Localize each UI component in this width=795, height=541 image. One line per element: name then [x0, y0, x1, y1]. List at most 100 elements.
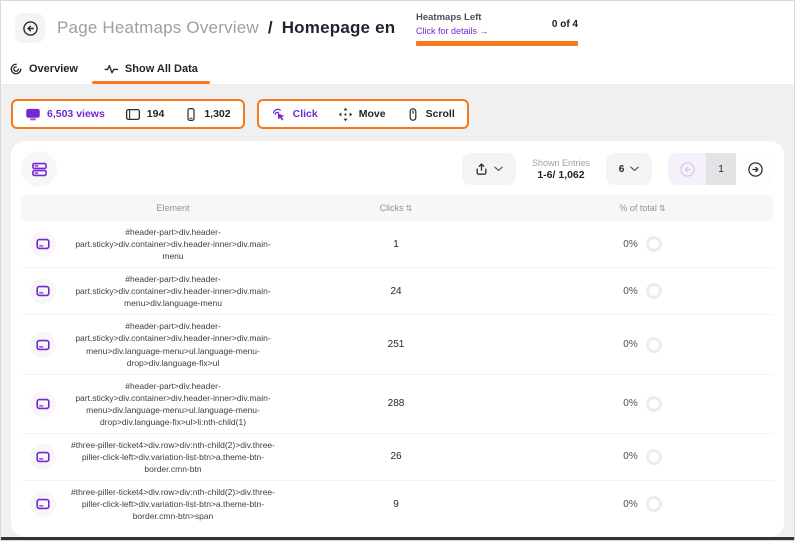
- device-filter-tablet[interactable]: 194: [125, 107, 165, 122]
- app-window: Page Heatmaps Overview / Homepage en Hea…: [0, 0, 795, 541]
- pct-ring-indicator: [646, 449, 662, 465]
- element-selector: #three-piller-ticket4>div.row>div:nth-ch…: [65, 486, 281, 522]
- breadcrumb-separator: /: [268, 18, 273, 37]
- pct-of-total-value: 0%: [623, 398, 637, 409]
- current-page[interactable]: 1: [706, 153, 736, 185]
- chevron-down-icon: [494, 166, 503, 172]
- element-selector: #header-part>div.header-part.sticky>div.…: [65, 320, 281, 368]
- desktop-views-value: 6,503 views: [47, 108, 105, 120]
- pct-ring-indicator: [646, 236, 662, 252]
- pct-ring-indicator: [646, 396, 662, 412]
- clicks-value: 251: [281, 339, 511, 350]
- page-size-value: 6: [619, 164, 625, 175]
- table-row[interactable]: #header-part>div.header-part.sticky>div.…: [21, 221, 774, 268]
- interaction-modes-box: Click Move: [257, 99, 469, 129]
- mode-filter-click[interactable]: Click: [271, 107, 318, 122]
- pct-of-total-value: 0%: [623, 286, 637, 297]
- element-selector: #header-part>div.header-part.sticky>div.…: [65, 273, 281, 309]
- quota-progress-bar: [416, 41, 578, 46]
- clicks-value: 9: [281, 499, 511, 510]
- activity-icon: [104, 62, 119, 76]
- mode-filter-scroll[interactable]: Scroll: [406, 107, 455, 122]
- pagination: 1: [668, 153, 774, 185]
- tab-bar: Overview Show All Data: [1, 55, 794, 85]
- table-row[interactable]: #header-part>div.header-part.sticky>div.…: [21, 315, 774, 374]
- table-row[interactable]: #header-part>div.header-part.sticky>div.…: [21, 268, 774, 315]
- column-header-element: Element: [65, 203, 281, 213]
- element-selector: #header-part>div.header-part.sticky>div.…: [65, 380, 281, 428]
- database-icon: [31, 161, 48, 178]
- arrow-right-circle-icon: [747, 161, 764, 178]
- clicks-value: 288: [281, 398, 511, 409]
- pct-of-total-value: 0%: [623, 239, 637, 250]
- click-icon: [271, 107, 287, 122]
- pct-ring-indicator: [646, 337, 662, 353]
- mode-move-label: Move: [359, 108, 386, 120]
- sort-icon[interactable]: ⇅: [659, 204, 666, 213]
- breadcrumb: Page Heatmaps Overview / Homepage en: [57, 18, 395, 38]
- previous-page-button[interactable]: [668, 153, 706, 185]
- element-screen-icon: [30, 444, 56, 470]
- mode-filter-move[interactable]: Move: [338, 107, 386, 122]
- tablet-views-value: 194: [147, 108, 165, 120]
- mobile-views-value: 1,302: [204, 108, 230, 120]
- window-bottom-edge: [1, 537, 794, 540]
- next-page-button[interactable]: [736, 153, 774, 185]
- column-header-pct[interactable]: % of total⇅: [511, 203, 774, 213]
- element-screen-icon: [30, 278, 56, 304]
- desktop-icon: [25, 107, 41, 122]
- table-row[interactable]: #three-piller-ticket4>div.row>div:nth-ch…: [21, 481, 774, 527]
- pct-of-total-value: 0%: [623, 499, 637, 510]
- element-screen-icon: [30, 491, 56, 517]
- pct-of-total-value: 0%: [623, 451, 637, 462]
- quota-label: Heatmaps Left: [416, 12, 489, 23]
- table-header: Element Clicks⇅ % of total⇅: [21, 195, 774, 221]
- shown-entries-value: 1-6/ 1,062: [532, 169, 590, 181]
- sort-icon[interactable]: ⇅: [406, 204, 413, 213]
- element-selector: #header-part>div.header-part.sticky>div.…: [65, 226, 281, 262]
- tab-show-all-data[interactable]: Show All Data: [104, 62, 198, 84]
- table-view-button[interactable]: [21, 151, 57, 187]
- tab-overview-label: Overview: [29, 63, 78, 75]
- scroll-mouse-icon: [406, 107, 420, 122]
- chevron-down-icon: [630, 166, 639, 172]
- active-tab-underline: [92, 81, 210, 84]
- page-header: Page Heatmaps Overview / Homepage en Hea…: [1, 1, 794, 55]
- shown-entries: Shown Entries 1-6/ 1,062: [532, 158, 590, 181]
- element-screen-icon: [30, 332, 56, 358]
- filters-row: 6,503 views 194: [1, 99, 794, 129]
- shown-entries-label: Shown Entries: [532, 158, 590, 168]
- arrow-left-circle-icon: [679, 161, 696, 178]
- clicks-value: 26: [281, 451, 511, 462]
- move-icon: [338, 107, 353, 122]
- device-filter-mobile[interactable]: 1,302: [184, 107, 230, 122]
- element-screen-icon: [30, 391, 56, 417]
- element-selector: #three-piller-ticket4>div.row>div:nth-ch…: [65, 439, 281, 475]
- mode-click-label: Click: [293, 108, 318, 120]
- page-size-select[interactable]: 6: [606, 153, 652, 185]
- pct-ring-indicator: [646, 283, 662, 299]
- tab-overview[interactable]: Overview: [9, 62, 78, 84]
- device-stats-box: 6,503 views 194: [11, 99, 245, 129]
- mobile-icon: [184, 107, 198, 122]
- quota-details-link[interactable]: Click for details →: [416, 26, 489, 36]
- export-button[interactable]: [462, 153, 516, 185]
- table-row[interactable]: #header-part>div.header-part.sticky>div.…: [21, 375, 774, 434]
- data-table-card: Shown Entries 1-6/ 1,062 6: [11, 141, 784, 537]
- breadcrumb-parent: Page Heatmaps Overview: [57, 18, 259, 37]
- device-filter-desktop[interactable]: 6,503 views: [25, 107, 105, 122]
- pct-of-total-value: 0%: [623, 339, 637, 350]
- tablet-icon: [125, 107, 141, 122]
- table-controls: Shown Entries 1-6/ 1,062 6: [21, 151, 774, 187]
- column-header-clicks[interactable]: Clicks⇅: [281, 203, 511, 213]
- mode-scroll-label: Scroll: [426, 108, 455, 120]
- tab-show-all-data-label: Show All Data: [125, 63, 198, 75]
- content-area: 6,503 views 194: [1, 85, 794, 540]
- table-body: #header-part>div.header-part.sticky>div.…: [21, 221, 774, 527]
- back-button[interactable]: [15, 13, 45, 43]
- heatmap-swirl-icon: [9, 62, 23, 76]
- breadcrumb-current: Homepage en: [282, 18, 396, 37]
- table-row[interactable]: #three-piller-ticket4>div.row>div:nth-ch…: [21, 434, 774, 481]
- clicks-value: 24: [281, 286, 511, 297]
- pct-ring-indicator: [646, 496, 662, 512]
